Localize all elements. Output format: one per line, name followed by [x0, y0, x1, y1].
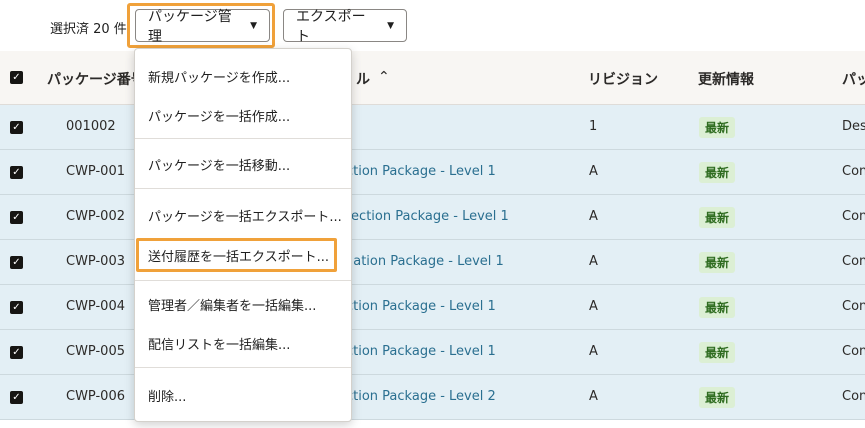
column-package-type[interactable]: パッ	[842, 69, 865, 89]
revision: 1	[589, 119, 598, 134]
package-button-highlight	[127, 3, 275, 48]
package-number: CWP-006	[66, 389, 125, 404]
column-title[interactable]: ル	[356, 69, 370, 89]
menu-divider	[135, 188, 351, 189]
package-type: Desi	[842, 119, 865, 134]
menu-item-delete[interactable]: 削除...	[148, 386, 186, 405]
toolbar: 選択済 20 件 パッケージ管理 ▼ エクスポート ▼	[0, 0, 865, 50]
package-number: CWP-004	[66, 299, 125, 314]
table-row[interactable]: ✓ CWP-003 llation Package - Level 1 A 最新…	[0, 240, 865, 285]
table-row[interactable]: ✓ CWP-002 rection Package - Level 1 A 最新…	[0, 195, 865, 240]
package-number: CWP-003	[66, 254, 125, 269]
table-row[interactable]: ✓ CWP-005 ction Package - Level 1 A 最新 C…	[0, 330, 865, 375]
revision: A	[589, 389, 598, 404]
column-package-number[interactable]: パッケージ番号	[47, 69, 145, 89]
package-number: CWP-001	[66, 164, 125, 179]
menu-divider	[135, 138, 351, 139]
package-type: Con	[842, 164, 865, 179]
menu-item-create-package[interactable]: 新規パッケージを作成...	[148, 67, 290, 86]
status-badge: 最新	[699, 387, 736, 408]
menu-divider	[135, 367, 351, 368]
package-number: CWP-005	[66, 344, 125, 359]
table-row[interactable]: ✓ CWP-001 ction Package - Level 1 A 最新 C…	[0, 150, 865, 195]
export-history-highlight	[136, 238, 337, 272]
sort-icon[interactable]: ⌃	[378, 69, 390, 85]
menu-item-bulk-edit-distribution[interactable]: 配信リストを一括編集...	[148, 334, 290, 353]
status-badge: 最新	[699, 342, 736, 363]
chevron-down-icon: ▼	[387, 20, 394, 31]
revision: A	[589, 299, 598, 314]
revision: A	[589, 164, 598, 179]
package-title-link[interactable]: rection Package - Level 1	[346, 209, 509, 224]
package-type: Con	[842, 254, 865, 269]
package-number: 001002	[66, 119, 116, 134]
menu-divider	[135, 280, 351, 281]
revision: A	[589, 344, 598, 359]
row-checkbox[interactable]: ✓	[10, 256, 23, 269]
status-badge: 最新	[699, 117, 736, 138]
package-title-link[interactable]: llation Package - Level 1	[346, 254, 504, 269]
menu-item-bulk-export[interactable]: パッケージを一括エクスポート...	[148, 206, 342, 225]
row-checkbox[interactable]: ✓	[10, 301, 23, 314]
revision: A	[589, 254, 598, 269]
table-row[interactable]: ✓ 001002 1 最新 Desi	[0, 105, 865, 150]
package-title-link[interactable]: ction Package - Level 1	[346, 344, 496, 359]
package-management-menu: 新規パッケージを作成... パッケージを一括作成... パッケージを一括移動..…	[134, 48, 352, 422]
row-checkbox[interactable]: ✓	[10, 211, 23, 224]
package-number: CWP-002	[66, 209, 125, 224]
table-header: ✓ パッケージ番号 ル ⌃ リビジョン 更新情報 パッ	[0, 51, 865, 105]
status-badge: 最新	[699, 297, 736, 318]
package-type: Con	[842, 209, 865, 224]
menu-item-bulk-edit-managers[interactable]: 管理者／編集者を一括編集...	[148, 295, 316, 314]
export-label: エクスポート	[296, 8, 366, 45]
package-type: Con	[842, 344, 865, 359]
menu-item-bulk-move[interactable]: パッケージを一括移動...	[148, 155, 290, 174]
package-title-link[interactable]: ction Package - Level 2	[346, 389, 496, 404]
package-type: Con	[842, 299, 865, 314]
table-row[interactable]: ✓ CWP-004 ction Package - Level 1 A 最新 C…	[0, 285, 865, 330]
row-checkbox[interactable]: ✓	[10, 346, 23, 359]
menu-item-bulk-create[interactable]: パッケージを一括作成...	[148, 106, 290, 125]
status-badge: 最新	[699, 207, 736, 228]
package-type: Con	[842, 389, 865, 404]
column-revision[interactable]: リビジョン	[588, 69, 658, 89]
revision: A	[589, 209, 598, 224]
export-button[interactable]: エクスポート ▼	[283, 9, 407, 45]
selected-count: 選択済 20 件	[50, 22, 127, 37]
table-row[interactable]: ✓ CWP-006 ction Package - Level 2 A 最新 C…	[0, 375, 865, 420]
row-checkbox[interactable]: ✓	[10, 121, 23, 134]
status-badge: 最新	[699, 162, 736, 183]
package-title-link[interactable]: ction Package - Level 1	[346, 299, 496, 314]
status-badge: 最新	[699, 252, 736, 273]
row-checkbox[interactable]: ✓	[10, 166, 23, 179]
column-update-info[interactable]: 更新情報	[698, 69, 754, 89]
package-title-link[interactable]: ction Package - Level 1	[346, 164, 496, 179]
row-checkbox[interactable]: ✓	[10, 391, 23, 404]
select-all-checkbox[interactable]: ✓	[10, 71, 23, 84]
